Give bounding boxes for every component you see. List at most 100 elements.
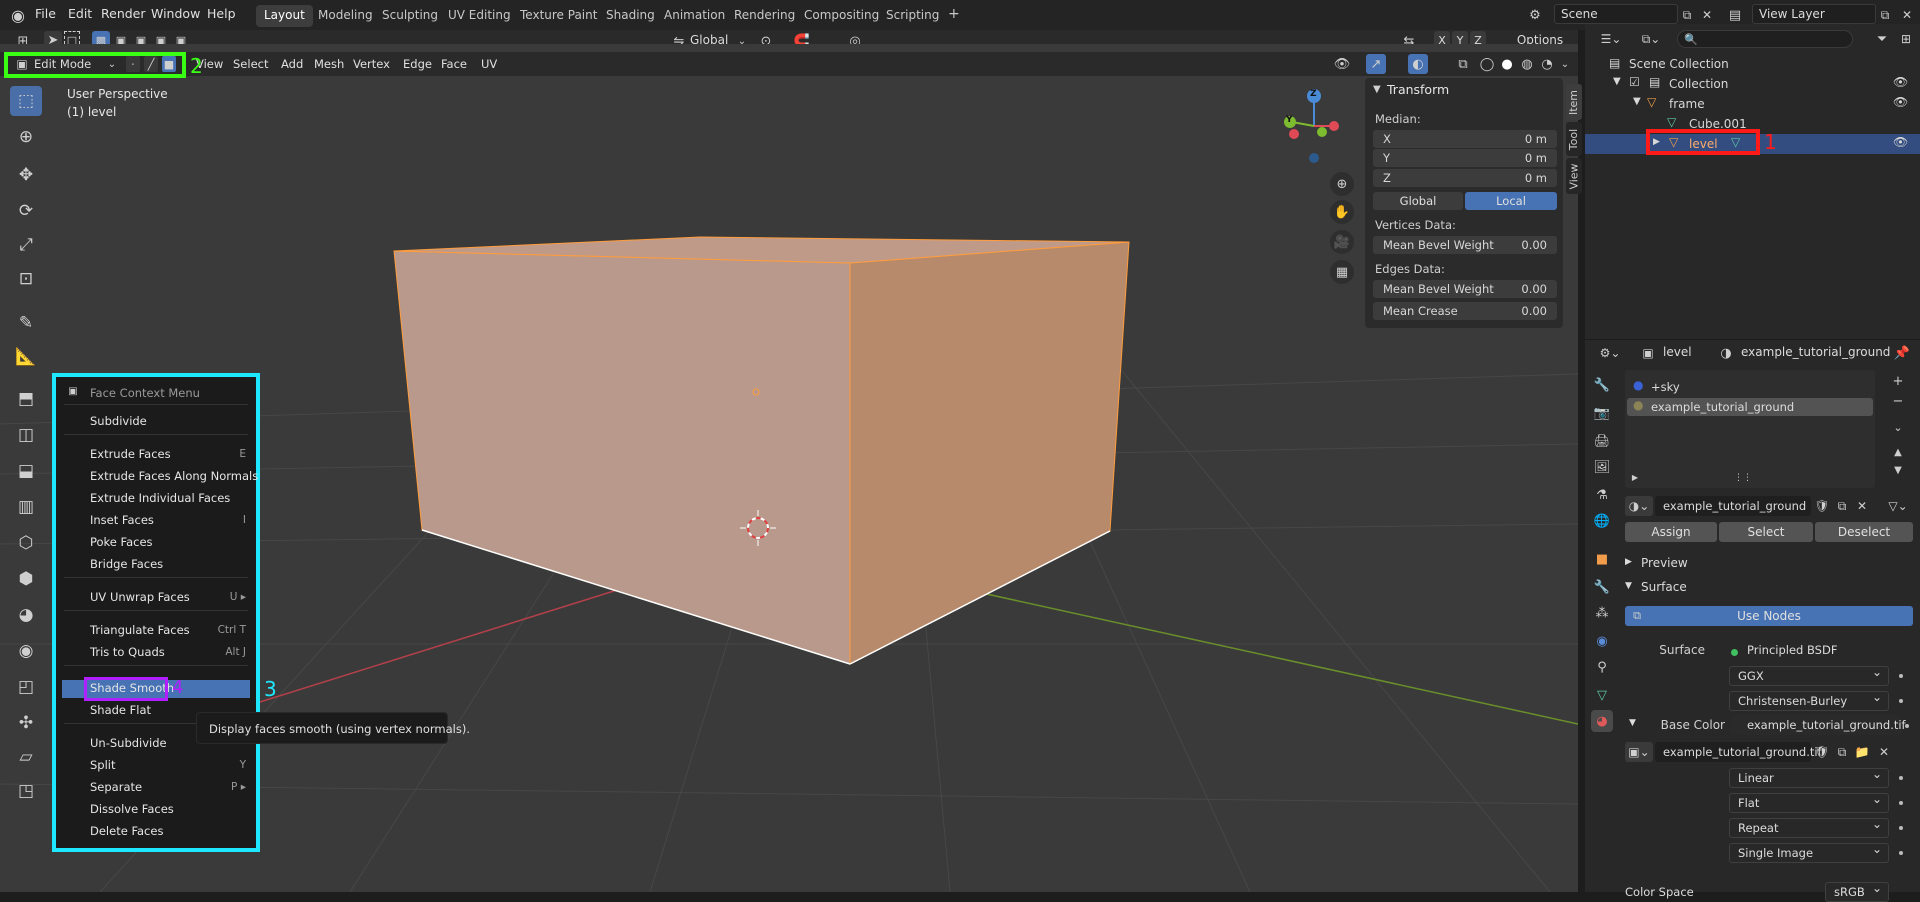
add-workspace-button[interactable]: +	[940, 3, 968, 25]
menu-item-extrude-along-normals[interactable]: Extrude Faces Along Normals	[90, 469, 260, 483]
material-name-field[interactable]: example_tutorial_ground	[1655, 496, 1811, 516]
camera-view-icon[interactable]: 🎥	[1330, 230, 1354, 254]
extension-dropdown[interactable]: Repeat	[1729, 817, 1889, 838]
rotate-tool-icon[interactable]: ⟳	[10, 196, 42, 226]
modifier-props-icon[interactable]: 🔧	[1591, 576, 1613, 598]
chevron-down-icon[interactable]: ⌄	[1558, 55, 1572, 73]
shear-tool-icon[interactable]: ▱	[10, 742, 42, 772]
eye-icon[interactable]: 👁	[1893, 95, 1908, 109]
tab-sculpting[interactable]: Sculpting	[374, 5, 446, 27]
gizmo-toggle-icon[interactable]: ↗	[1366, 54, 1386, 74]
open-folder-icon[interactable]: 📁	[1853, 742, 1871, 762]
world-props-icon[interactable]: 🌐	[1591, 510, 1613, 532]
menu-item-delete-faces[interactable]: Delete Faces	[90, 824, 260, 838]
keyframe-dot-icon[interactable]	[1899, 851, 1903, 855]
tab-layout[interactable]: Layout	[256, 5, 313, 27]
filter-icon[interactable]: ⏷	[1869, 30, 1895, 48]
link-mode-icon[interactable]: ▽⌄	[1883, 496, 1913, 516]
new-collection-icon[interactable]: ⊞	[1897, 30, 1915, 48]
surface-shader-field[interactable]: Principled BSDF	[1727, 640, 1885, 660]
scale-tool-icon[interactable]: ⤢	[10, 230, 42, 260]
vertex-bevel-weight-field[interactable]: Mean Bevel Weight 0.00	[1373, 236, 1557, 254]
menu-select[interactable]: Select	[233, 57, 268, 71]
tab-animation[interactable]: Animation	[656, 5, 733, 27]
eye-icon[interactable]: 👁	[1893, 135, 1908, 149]
move-tool-icon[interactable]: ✥	[10, 160, 42, 190]
expand-list-icon[interactable]: ▶	[1629, 470, 1641, 484]
scene-field[interactable]: Scene	[1554, 4, 1678, 24]
extrude-tool-icon[interactable]: ⬒	[10, 384, 42, 414]
menu-item-subdivide[interactable]: Subdivide	[90, 414, 260, 428]
solid-shading-icon[interactable]: ●	[1498, 55, 1516, 73]
use-nodes-button[interactable]: Use Nodes	[1625, 606, 1913, 626]
ortho-toggle-icon[interactable]: ▦	[1330, 260, 1354, 284]
unlink-icon[interactable]: ✕	[1853, 496, 1871, 516]
tab-uv-editing[interactable]: UV Editing	[440, 5, 519, 27]
menu-item-extrude-faces[interactable]: Extrude Faces	[90, 447, 260, 461]
tab-rendering[interactable]: Rendering	[726, 5, 803, 27]
add-slot-icon[interactable]: +	[1889, 372, 1907, 390]
keyframe-dot-icon[interactable]	[1899, 826, 1903, 830]
distribution-dropdown[interactable]: GGX	[1729, 665, 1889, 686]
transform-panel-toggle-icon[interactable]: ▼	[1373, 84, 1381, 95]
fake-user-icon[interactable]: 🛡	[1813, 742, 1831, 762]
scene-icon[interactable]: ⚙	[1524, 5, 1546, 25]
material-props-icon[interactable]: ◕	[1591, 710, 1613, 732]
blender-logo-icon[interactable]: ◉	[8, 6, 28, 25]
global-button[interactable]: Global	[1373, 192, 1463, 210]
tool-props-icon[interactable]: 🔧	[1591, 374, 1613, 396]
overlay-toggle-icon[interactable]: ◐	[1408, 54, 1428, 74]
keyframe-dot-icon[interactable]	[1899, 801, 1903, 805]
slot-row-sky[interactable]: ● +sky	[1627, 378, 1873, 396]
menu-item-inset-faces[interactable]: Inset Faces	[90, 513, 260, 527]
tab-shading[interactable]: Shading	[598, 5, 663, 27]
smooth-tool-icon[interactable]: ◉	[10, 636, 42, 666]
copy-view-layer-icon[interactable]: ⧉	[1876, 5, 1894, 25]
navigation-gizmo[interactable]: Z Y	[1280, 88, 1344, 164]
pin-icon[interactable]: 📌	[1893, 344, 1911, 362]
cursor-tool-icon[interactable]: ⊕	[10, 122, 42, 152]
fake-user-icon[interactable]: 🛡	[1813, 496, 1831, 516]
menu-item-split[interactable]: Split	[90, 758, 260, 772]
tab-modeling[interactable]: Modeling	[310, 5, 381, 27]
menu-edit[interactable]: Edit	[68, 6, 92, 21]
menu-item-extrude-individual[interactable]: Extrude Individual Faces	[90, 491, 260, 505]
unlink-icon[interactable]: ✕	[1875, 742, 1893, 762]
remove-slot-icon[interactable]: −	[1889, 392, 1907, 410]
select-box-tool-icon[interactable]: ⬚	[10, 86, 42, 116]
particles-props-icon[interactable]: ⁂	[1591, 602, 1613, 624]
expand-icon[interactable]: ▼	[1613, 76, 1621, 87]
slot-menu-icon[interactable]: ⌄	[1889, 418, 1907, 436]
inset-tool-icon[interactable]: ◫	[10, 420, 42, 450]
image-source-dropdown[interactable]: Single Image	[1729, 842, 1889, 863]
tab-texture-paint[interactable]: Texture Paint	[512, 5, 605, 27]
copy-scene-icon[interactable]: ⧉	[1678, 5, 1696, 25]
properties-editor-type-icon[interactable]: ⚙⌄	[1597, 344, 1623, 362]
move-down-icon[interactable]: ▼	[1889, 462, 1907, 478]
menu-window[interactable]: Window	[151, 6, 200, 21]
bevel-tool-icon[interactable]: ⬓	[10, 456, 42, 486]
outliner-search-input[interactable]	[1677, 30, 1853, 48]
subsurface-method-dropdown[interactable]: Christensen-Burley	[1729, 690, 1889, 711]
tab-tool[interactable]: Tool	[1566, 122, 1582, 156]
poly-build-tool-icon[interactable]: ⬢	[10, 564, 42, 594]
menu-uv[interactable]: UV	[481, 57, 497, 71]
interpolation-dropdown[interactable]: Linear	[1729, 767, 1889, 788]
preview-panel-header[interactable]: ▶ Preview	[1621, 554, 1917, 574]
scene-props-icon[interactable]: ⚗	[1591, 484, 1613, 506]
menu-item-dissolve-faces[interactable]: Dissolve Faces	[90, 802, 260, 816]
measure-tool-icon[interactable]: 📐	[10, 342, 42, 372]
keyframe-dot-icon[interactable]	[1899, 776, 1903, 780]
knife-tool-icon[interactable]: ⬡	[10, 528, 42, 558]
tab-item[interactable]: Item	[1566, 84, 1582, 120]
edge-bevel-weight-field[interactable]: Mean Bevel Weight 0.00	[1373, 280, 1557, 298]
checkbox-icon[interactable]: ☑	[1629, 75, 1640, 89]
visibility-icon[interactable]: 👁	[1332, 55, 1352, 73]
tab-scripting[interactable]: Scripting	[878, 5, 947, 27]
output-props-icon[interactable]: 🖨	[1591, 430, 1613, 452]
projection-dropdown[interactable]: Flat	[1729, 792, 1889, 813]
expand-icon[interactable]: ▼	[1633, 96, 1641, 107]
close-scene-icon[interactable]: ✕	[1698, 5, 1716, 25]
rendered-shading-icon[interactable]: ◔	[1538, 55, 1556, 73]
outliner-editor-type-icon[interactable]: ☰⌄	[1597, 30, 1625, 48]
